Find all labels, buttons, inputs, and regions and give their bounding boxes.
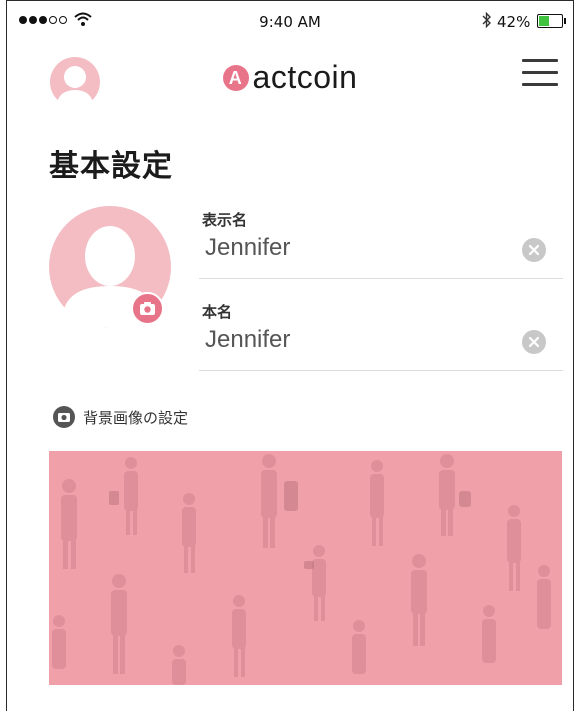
brand-logo: Aactcoin bbox=[7, 59, 573, 96]
background-setting-row[interactable]: 背景画像の設定 bbox=[53, 406, 188, 428]
display-name-field: 表示名 Jennifer bbox=[199, 209, 563, 279]
bluetooth-icon bbox=[482, 11, 491, 29]
clear-icon[interactable] bbox=[522, 238, 546, 262]
background-image-preview[interactable] bbox=[49, 451, 562, 685]
real-name-input[interactable]: Jennifer bbox=[205, 326, 563, 354]
battery-percentage: 42% bbox=[497, 13, 531, 31]
crowd-illustration bbox=[52, 454, 551, 685]
hamburger-menu-icon[interactable] bbox=[522, 59, 558, 89]
field-divider bbox=[199, 278, 563, 279]
nav-bar: Aactcoin bbox=[7, 45, 573, 121]
change-avatar-button[interactable] bbox=[131, 292, 164, 325]
background-setting-label: 背景画像の設定 bbox=[83, 408, 189, 427]
camera-icon bbox=[140, 302, 155, 315]
battery-icon bbox=[537, 14, 566, 28]
real-name-field: 本名 Jennifer bbox=[199, 301, 563, 371]
field-divider bbox=[199, 370, 563, 371]
real-name-label: 本名 bbox=[202, 303, 233, 321]
brand-name: actcoin bbox=[252, 59, 358, 95]
status-bar: 9:40 AM 42% bbox=[7, 1, 573, 45]
clear-icon[interactable] bbox=[522, 330, 546, 354]
display-name-input[interactable]: Jennifer bbox=[205, 234, 563, 262]
brand-logo-mark: A bbox=[222, 65, 249, 91]
camera-icon bbox=[53, 406, 75, 428]
app-screen: 9:40 AM 42% Aactcoin 基本設定 表示名 Jennifer 本… bbox=[6, 0, 574, 711]
display-name-label: 表示名 bbox=[202, 211, 248, 229]
page-title: 基本設定 bbox=[49, 149, 173, 184]
